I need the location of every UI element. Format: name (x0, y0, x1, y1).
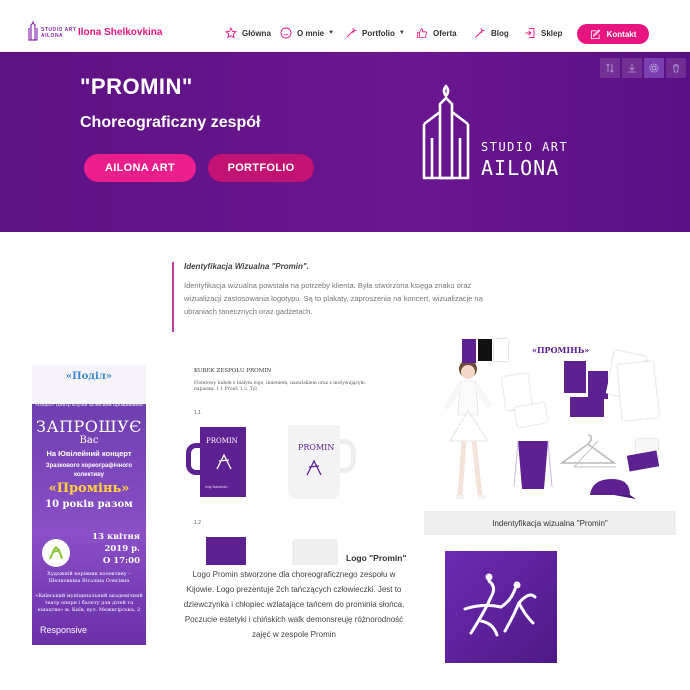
white-mug-label: PROMIN (298, 443, 335, 452)
chevron-down-icon: ▼ (398, 30, 405, 36)
drawstring-bag (513, 440, 553, 489)
intro-heading: Identyfikacja Wizualna "Promin". (184, 262, 309, 271)
poster-date-time: О 17:00 (102, 556, 140, 566)
poster-date-year: 2019 р. (104, 544, 140, 554)
logo-section-description: Logo Promin stworzone dla choreograficzn… (183, 570, 405, 639)
nav-label-blog: Blog (491, 28, 509, 38)
nav-label-portfolio: Portfolio (362, 28, 395, 38)
hero-toolbar (600, 58, 690, 78)
nav-item-portfolio[interactable]: Portfolio ▼ (345, 24, 405, 42)
nav-item-oferta[interactable]: Oferta (416, 24, 457, 42)
identity-brand-label: «ПРОМІНЬ» (532, 345, 590, 355)
purple-folder (564, 361, 586, 393)
settings-icon[interactable] (644, 58, 664, 78)
contact-button[interactable]: Kontakt (577, 24, 649, 44)
brand-name-link[interactable]: Ilona Shelkovkina (78, 27, 162, 38)
poster-years: 10 років разом (45, 499, 133, 510)
mug-sheet-title: KUBEK ZESPOŁU PROMIN (194, 368, 272, 374)
hero-logo-studio-text: STUDIO ART (481, 140, 569, 154)
nav-label-glowna: Główna (242, 28, 271, 38)
edit-icon (590, 28, 600, 39)
dancer-logo-icon (306, 459, 322, 476)
poster-dancer-emblem (42, 539, 70, 567)
dancers-logo-icon (463, 573, 537, 637)
brand-subtitle: STUDIO ART AILONA (41, 27, 76, 39)
baseball-cap (590, 479, 636, 499)
purple-card (570, 397, 604, 417)
purple-mug: PROMIN Imię Nazwisko (200, 427, 246, 497)
poster-collective: Зразкового хореографічного колективу (45, 463, 133, 478)
nav-label-oferta: Oferta (433, 28, 457, 38)
intro-block: Identyfikacja Wizualna "Promin". Identyf… (172, 262, 502, 332)
business-card-black (478, 339, 492, 361)
studio-logo-icon[interactable] (26, 20, 40, 42)
purple-tag (626, 450, 660, 472)
intro-text: Identyfikacja wizualna powstała na potrz… (184, 281, 483, 316)
purple-mug-label: PROMIN (206, 437, 238, 445)
promin-logo-image[interactable] (445, 551, 557, 663)
poster-header-text: «Поділ» Центр клубів за місцем проживанн… (35, 403, 143, 408)
smile-icon (280, 27, 292, 39)
white-mug-partial (292, 539, 338, 565)
nav-item-glowna[interactable]: Główna (225, 24, 271, 42)
concert-poster-image[interactable]: «Поділ» «Поділ» Центр клубів за місцем п… (32, 365, 146, 645)
hero-banner: "PROMIN" Choreograficzny zespół AILONA A… (0, 52, 690, 232)
hero-logo-ailona-text: AILONA (481, 156, 560, 180)
hero-subtitle: Choreograficzny zespół (80, 114, 261, 131)
poster-name: «Промінь» (48, 481, 130, 496)
nav-item-o-mnie[interactable]: O mnie ▼ (280, 24, 334, 42)
poster-concert: На Ювілейний концерт (46, 449, 132, 458)
nav-label-sklep: Sklep (541, 28, 563, 38)
logo-section-title: Logo "Promin" (346, 553, 407, 563)
brand-subtitle-line2: AILONA (41, 33, 64, 39)
mug-sheet-number-2: 1.2 (194, 520, 201, 526)
mug-sheet-number-1: 1.1 (194, 410, 201, 416)
purple-mug-partial (206, 537, 246, 565)
purple-mug-name: Imię Nazwisko (205, 485, 228, 489)
thumbs-up-icon (417, 28, 427, 38)
poster-director: Художній керівник колективу – Шелковкіна… (47, 571, 131, 584)
dancer-logo-icon (216, 453, 232, 470)
nav-item-blog[interactable]: Blog (474, 24, 509, 42)
business-card-white (494, 339, 508, 361)
poster-date-day: 13 квітня (92, 532, 140, 542)
mug-sheet-description: Fioletowy kubek z białym logo, imieniem,… (194, 381, 365, 392)
poster-invite: ЗАПРОШУЄ (36, 417, 142, 436)
contact-button-label: Kontakt (606, 29, 637, 39)
sort-icon[interactable] (600, 58, 620, 78)
studio-logo-icon (422, 84, 470, 180)
poster-date: 13 квітня 2019 р. О 17:00 (86, 531, 140, 567)
business-card-purple (462, 339, 476, 363)
page: STUDIO ART AILONA Ilona Shelkovkina Głów… (0, 0, 690, 690)
dancer-photo (443, 360, 493, 499)
poster-you: Вас (79, 435, 99, 446)
star-icon (225, 27, 237, 39)
identity-caption: Indentyfikacja wizualna "Promin" (424, 511, 676, 535)
envelope (514, 402, 548, 428)
white-mug: PROMIN (288, 425, 340, 499)
nav-label-o-mnie: O mnie (297, 28, 325, 38)
ailona-art-button[interactable]: AILONA ART (84, 154, 196, 182)
clothes-hanger (559, 434, 617, 468)
identity-collage-image[interactable]: «ПРОМІНЬ» (424, 335, 676, 535)
paper-sheet (617, 361, 659, 421)
exit-icon (525, 28, 535, 38)
responsive-overlay-label: Responsive (40, 625, 88, 635)
download-icon[interactable] (622, 58, 642, 78)
hero-title: "PROMIN" (80, 74, 193, 99)
purple-notebook (588, 371, 608, 399)
poster-logo: «Поділ» (65, 371, 113, 382)
magic-wand-icon (475, 27, 486, 38)
portfolio-button[interactable]: PORTFOLIO (208, 154, 314, 182)
trash-icon[interactable] (666, 58, 686, 78)
top-navigation: STUDIO ART AILONA Ilona Shelkovkina Głów… (0, 0, 690, 52)
mug-sheet-image[interactable]: KUBEK ZESPOŁU PROMIN Fioletowy kubek z b… (180, 365, 388, 565)
chevron-down-icon: ▼ (328, 30, 335, 36)
nav-item-sklep[interactable]: Sklep (524, 24, 562, 42)
wand-icon (346, 27, 357, 38)
poster-address: «Київський муніципальний академічний теа… (35, 593, 143, 613)
